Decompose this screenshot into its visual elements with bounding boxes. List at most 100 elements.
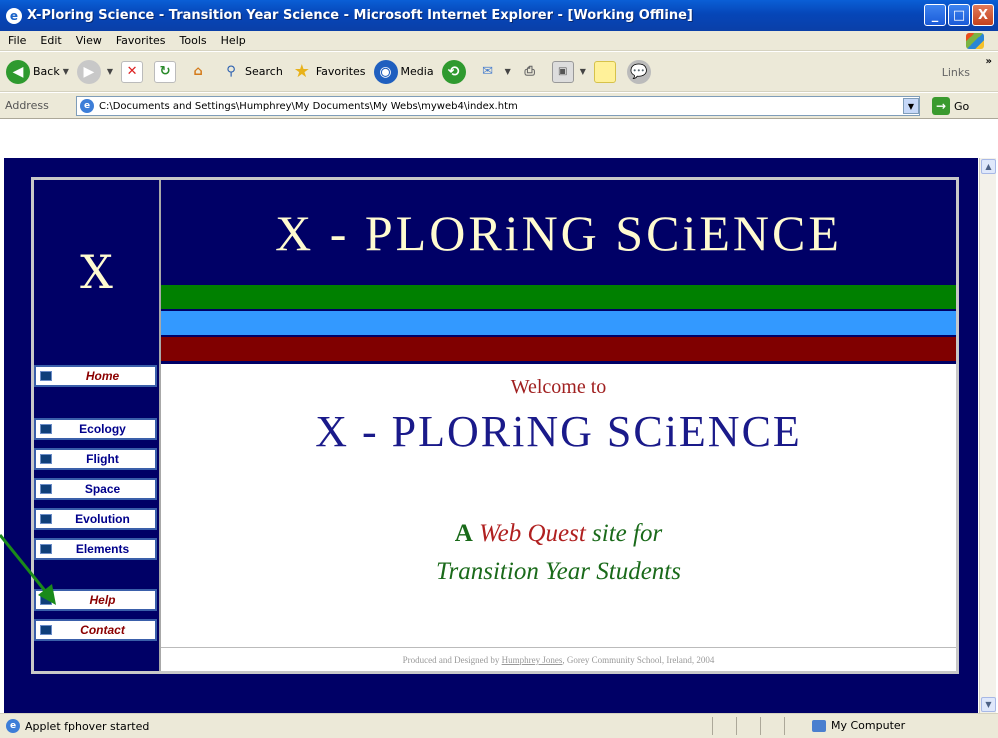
main-content: Welcome to X - PLORiNG SCiENCE A Web Que… [161, 364, 956, 647]
favorites-button[interactable]: ★ Favorites [291, 61, 366, 83]
computer-icon [812, 719, 826, 732]
search-icon: ⚲ [226, 64, 236, 79]
nav-ecology[interactable]: Ecology [34, 418, 157, 440]
nav-evolution[interactable]: Evolution [34, 508, 157, 530]
back-button[interactable]: ◀ Back ▼ [6, 59, 69, 84]
edit-dropdown-icon[interactable]: ▼ [580, 67, 586, 76]
notes-icon [593, 60, 616, 83]
go-label: Go [954, 99, 970, 113]
messenger-button[interactable]: 💬 [626, 59, 654, 84]
site-footer: Produced and Designed by Humphrey Jones,… [161, 647, 956, 671]
nav-contact[interactable]: Contact [34, 619, 157, 641]
favorites-label: Favorites [315, 65, 366, 78]
nav-space[interactable]: Space [34, 478, 157, 500]
nav-help[interactable]: Help [34, 589, 157, 611]
edit-icon: ▣ [551, 60, 574, 83]
green-stripe [161, 285, 956, 309]
nav-bullet-icon [40, 424, 52, 434]
tagline-a: A [454, 520, 473, 547]
nav-bullet-icon [40, 454, 52, 464]
mail-dropdown-icon[interactable]: ▼ [505, 67, 511, 76]
favorites-icon: ★ [293, 61, 310, 82]
menu-view[interactable]: View [76, 34, 102, 47]
site-title: X - PLORiNG SCiENCE [315, 407, 802, 456]
media-label: Media [400, 65, 434, 78]
forward-button[interactable]: ▶ ▼ [76, 59, 113, 84]
history-button[interactable]: ⟲ [441, 59, 469, 84]
page-icon: e [80, 99, 94, 113]
footer-prefix: Produced and Designed by [402, 655, 500, 665]
zone-label: My Computer [831, 719, 906, 732]
go-arrow-icon: → [932, 97, 950, 115]
blue-stripe [161, 311, 956, 335]
maximize-button[interactable]: □ [948, 4, 970, 26]
media-button[interactable]: ◉ Media [373, 59, 434, 84]
address-url: C:\Documents and Settings\Humphrey\My Do… [99, 100, 518, 112]
tagline-line-1: A Web Quest site for [161, 520, 956, 548]
site-banner: X - PLORiNG SCiENCE [161, 180, 956, 285]
mail-button[interactable]: ✉ ▼ [477, 61, 511, 83]
vertical-scrollbar[interactable]: ▲ ▼ [979, 158, 996, 713]
messenger-icon: 💬 [626, 59, 651, 84]
nav-bullet-icon [40, 595, 52, 605]
home-icon: ⌂ [193, 64, 203, 79]
go-button[interactable]: → Go [932, 97, 969, 115]
toolbar-overflow-icon[interactable]: » [986, 56, 992, 67]
nav-bullet-icon [40, 371, 52, 381]
scroll-up-icon[interactable]: ▲ [981, 159, 996, 174]
tagline-site-for: site for [592, 520, 663, 547]
back-dropdown-icon[interactable]: ▼ [63, 67, 69, 76]
notes-button[interactable] [593, 60, 619, 83]
edit-button[interactable]: ▣ ▼ [551, 60, 586, 83]
menu-file[interactable]: File [8, 34, 26, 47]
nav-bullet-icon [40, 544, 52, 554]
menu-edit[interactable]: Edit [40, 34, 61, 47]
forward-icon: ▶ [76, 59, 101, 84]
status-separators [712, 717, 808, 735]
nav-home[interactable]: Home [34, 365, 157, 387]
menu-favorites[interactable]: Favorites [116, 34, 166, 47]
status-page-icon: e [6, 719, 20, 733]
refresh-button[interactable]: ↻ [154, 60, 179, 83]
address-input[interactable]: e C:\Documents and Settings\Humphrey\My … [76, 96, 920, 116]
address-dropdown-icon[interactable]: ▼ [903, 98, 919, 114]
links-label[interactable]: Links [942, 66, 970, 79]
security-zone: My Computer [812, 719, 905, 732]
footer-suffix: , Gorey Community School, Ireland, 2004 [562, 655, 715, 665]
address-label: Address [5, 99, 49, 112]
window-title: X-Ploring Science - Transition Year Scie… [27, 8, 693, 23]
refresh-icon: ↻ [154, 60, 177, 83]
back-icon: ◀ [6, 59, 30, 84]
search-label: Search [245, 65, 283, 78]
site-logo-x: X [34, 180, 159, 363]
footer-author-link[interactable]: Humphrey Jones [502, 655, 563, 665]
page-viewport: X X - PLORiNG SCiENCE Home Ecology Fligh… [4, 158, 978, 713]
close-button[interactable]: X [972, 4, 994, 26]
print-icon: ⎙ [524, 64, 535, 79]
stop-button[interactable]: ✕ [121, 60, 146, 83]
menu-bar: File Edit View Favorites Tools Help [0, 31, 998, 51]
tagline-line-2: Transition Year Students [436, 558, 681, 585]
status-bar: e Applet fphover started My Computer [0, 713, 998, 738]
scroll-down-icon[interactable]: ▼ [981, 697, 996, 712]
mail-icon: ✉ [482, 64, 494, 79]
nav-flight[interactable]: Flight [34, 448, 157, 470]
title-bar: e X-Ploring Science - Transition Year Sc… [0, 0, 998, 31]
forward-dropdown-icon[interactable]: ▼ [107, 67, 113, 76]
welcome-text: Welcome to [510, 376, 607, 398]
menu-tools[interactable]: Tools [180, 34, 207, 47]
home-button[interactable]: ⌂ [187, 61, 212, 83]
ie-logo-icon[interactable]: e [6, 7, 22, 24]
nav-bullet-icon [40, 625, 52, 635]
media-icon: ◉ [373, 59, 398, 84]
search-button[interactable]: ⚲ Search [220, 61, 283, 83]
maroon-stripe [161, 337, 956, 361]
history-icon: ⟲ [441, 59, 466, 84]
nav-elements[interactable]: Elements [34, 538, 157, 560]
nav-bullet-icon [40, 484, 52, 494]
print-button[interactable]: ⎙ [519, 61, 544, 83]
back-label: Back [33, 65, 60, 78]
menu-help[interactable]: Help [221, 34, 246, 47]
minimize-button[interactable]: _ [924, 4, 946, 26]
tagline-webquest: Web Quest [479, 520, 586, 547]
